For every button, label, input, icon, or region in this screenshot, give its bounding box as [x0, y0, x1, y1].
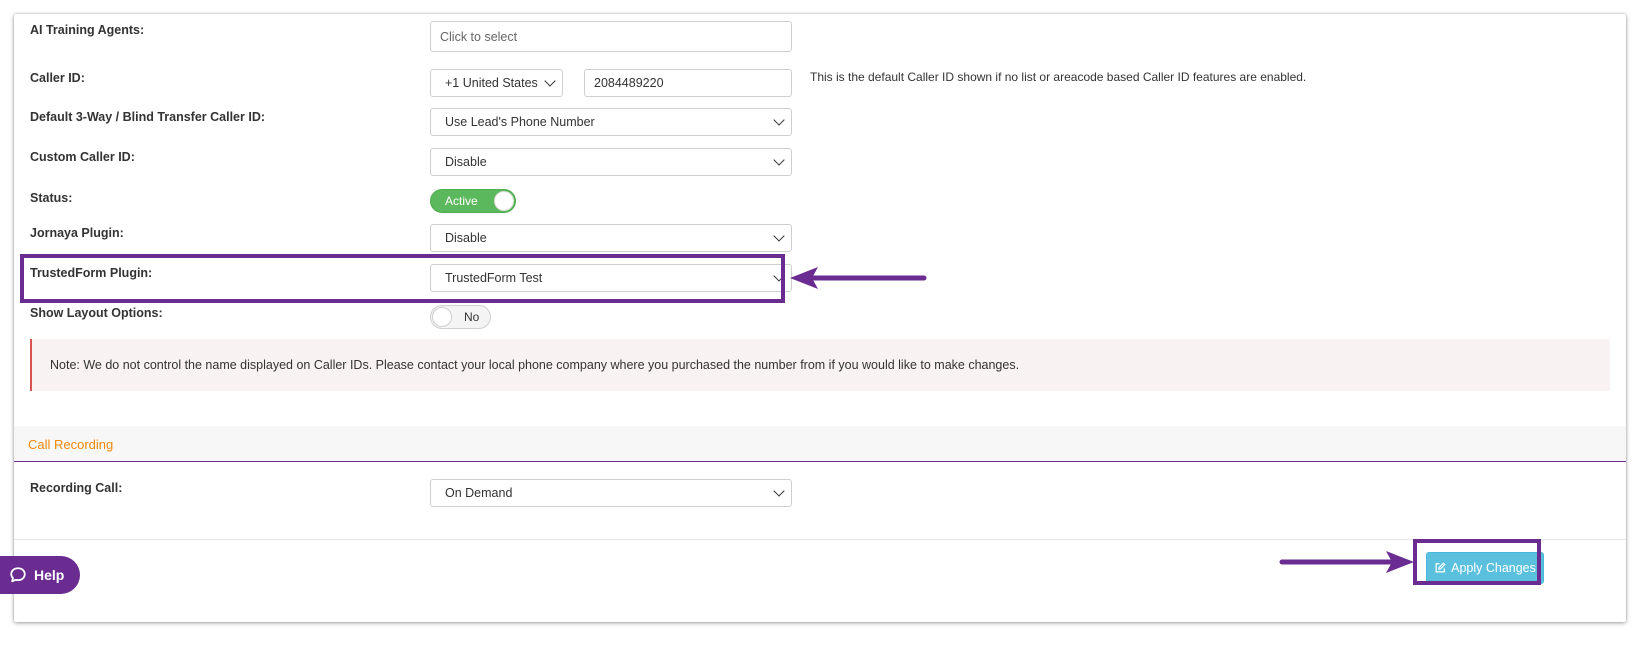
- caller-id-country-value: +1 United States: [445, 76, 538, 90]
- layout-options-label: Show Layout Options:: [30, 306, 163, 320]
- caller-id-label: Caller ID:: [30, 71, 85, 85]
- chevron-down-icon: [773, 270, 785, 282]
- caller-id-help-text: This is the default Caller ID shown if n…: [810, 70, 1307, 84]
- apply-changes-button[interactable]: Apply Changes: [1426, 552, 1544, 584]
- settings-panel: AI Training Agents: Click to select Call…: [14, 14, 1626, 622]
- custom-caller-id-value: Disable: [445, 155, 487, 169]
- chevron-down-icon: [773, 114, 785, 126]
- status-toggle[interactable]: Active: [430, 189, 516, 213]
- chevron-down-icon: [773, 154, 785, 166]
- trustedform-plugin-select[interactable]: TrustedForm Test: [430, 264, 792, 292]
- jornaya-plugin-value: Disable: [445, 231, 487, 245]
- transfer-caller-id-label: Default 3-Way / Blind Transfer Caller ID…: [30, 110, 266, 124]
- jornaya-plugin-select[interactable]: Disable: [430, 224, 792, 252]
- transfer-caller-id-value: Use Lead's Phone Number: [445, 115, 595, 129]
- status-label: Status:: [30, 191, 73, 205]
- status-toggle-label: Active: [445, 194, 478, 208]
- caller-id-note: Note: We do not control the name display…: [30, 339, 1610, 391]
- custom-caller-id-select[interactable]: Disable: [430, 148, 792, 176]
- caller-id-country-select[interactable]: +1 United States: [430, 69, 563, 97]
- recording-call-value: On Demand: [445, 486, 513, 500]
- recording-call-select[interactable]: On Demand: [430, 479, 792, 507]
- chevron-down-icon: [773, 230, 785, 242]
- layout-options-toggle[interactable]: No: [430, 305, 491, 329]
- edit-icon: [1435, 562, 1446, 573]
- help-button-label: Help: [34, 567, 65, 583]
- call-recording-section-header: Call Recording: [14, 426, 1626, 462]
- caller-id-number-input[interactable]: 2084489220: [584, 69, 792, 97]
- toggle-knob: [494, 191, 514, 211]
- ai-training-agents-label: AI Training Agents:: [30, 23, 145, 37]
- jornaya-plugin-label: Jornaya Plugin:: [30, 226, 124, 240]
- chevron-down-icon: [544, 75, 556, 87]
- ai-training-agents-select[interactable]: Click to select: [430, 21, 792, 52]
- help-button[interactable]: Help: [0, 556, 80, 594]
- layout-options-toggle-label: No: [464, 310, 480, 324]
- trustedform-plugin-value: TrustedForm Test: [445, 271, 543, 285]
- footer-divider: [14, 539, 1626, 540]
- custom-caller-id-label: Custom Caller ID:: [30, 150, 135, 164]
- chevron-down-icon: [773, 485, 785, 497]
- toggle-knob: [432, 307, 452, 327]
- apply-changes-label: Apply Changes: [1451, 561, 1536, 575]
- recording-call-label: Recording Call:: [30, 481, 123, 495]
- call-recording-title: Call Recording: [28, 437, 114, 452]
- transfer-caller-id-select[interactable]: Use Lead's Phone Number: [430, 108, 792, 136]
- chat-bubble-icon: [10, 567, 26, 583]
- trustedform-plugin-label: TrustedForm Plugin:: [30, 266, 153, 280]
